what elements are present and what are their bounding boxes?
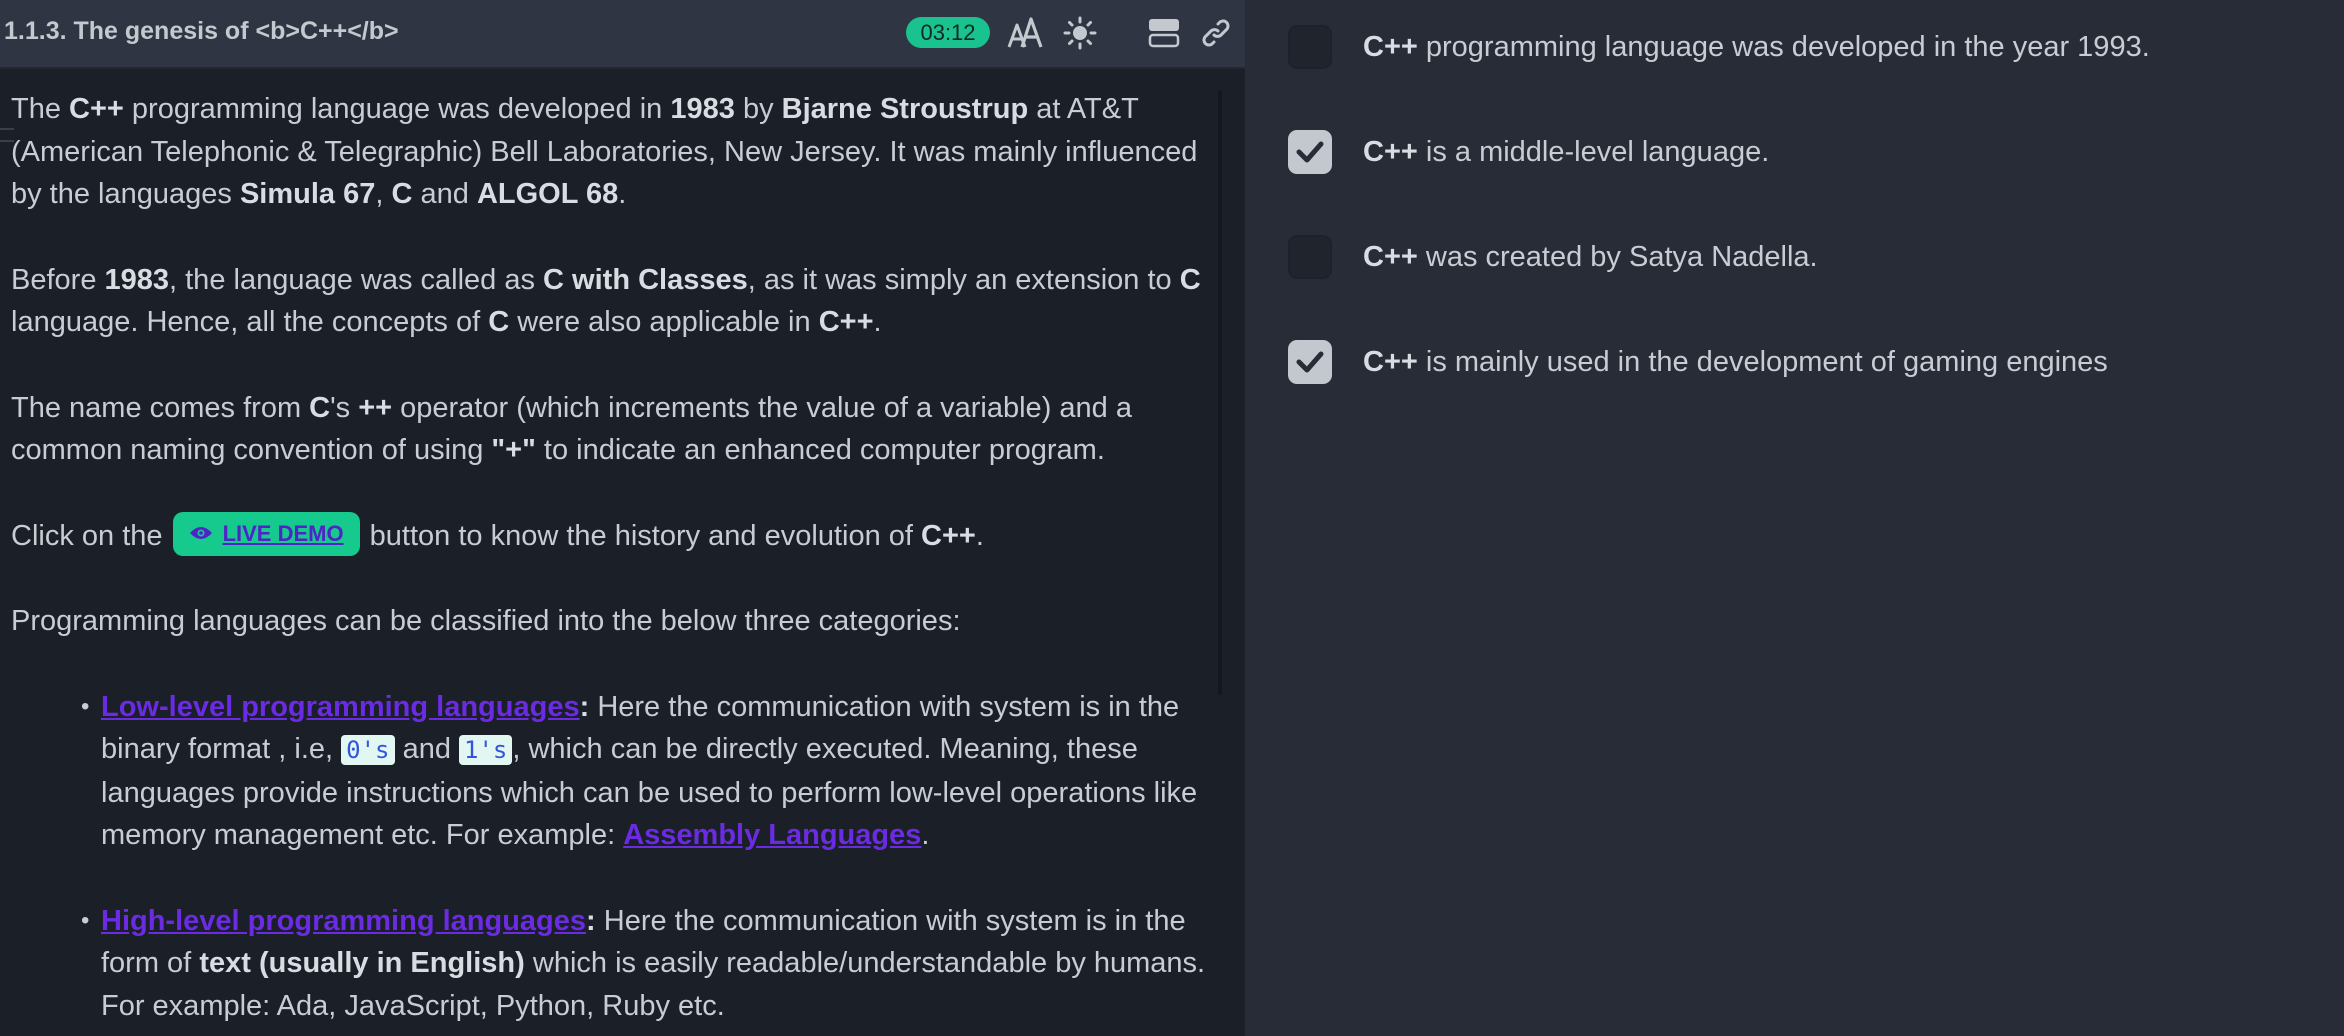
bold-text: C: [309, 391, 331, 424]
bold-text: C: [391, 178, 413, 210]
bold-text: C++: [1363, 240, 1418, 273]
lesson-content: The C++ programming language was develop…: [11, 88, 1226, 1036]
text: programming language was developed in: [123, 93, 671, 125]
paragraph-live-demo: Click on the LIVE DEMO button to know th…: [11, 511, 1226, 558]
text: is a middle-level language.: [1417, 135, 1770, 168]
checkbox-checked[interactable]: [1288, 340, 1332, 384]
text: is mainly used in the development of gam…: [1417, 345, 2108, 378]
text: button to know the history and evolution…: [361, 519, 922, 552]
text: ,: [375, 178, 392, 210]
bold-text: C: [488, 306, 510, 338]
checkbox-checked[interactable]: [1288, 130, 1332, 174]
eye-icon: [189, 513, 213, 556]
text: were also applicable in: [509, 306, 819, 338]
quiz-pane: C++ programming language was developed i…: [1245, 0, 2344, 1036]
text: programming language was developed in th…: [1417, 30, 2150, 63]
checkbox[interactable]: [1288, 25, 1332, 69]
sun-icon[interactable]: [1060, 13, 1100, 53]
text: was created by Satya Nadella.: [1417, 240, 1818, 273]
bold-text: C++: [1363, 30, 1418, 63]
bold-text: C++: [818, 306, 874, 338]
bold-text: ++: [358, 391, 393, 424]
text: The name comes from: [11, 391, 310, 424]
quiz-option-1[interactable]: C++ programming language was developed i…: [1288, 22, 2150, 72]
option-text: C++ is mainly used in the development of…: [1363, 346, 2108, 379]
bold-text: C++: [921, 519, 976, 552]
text: Before: [11, 263, 105, 296]
check-icon: [1296, 141, 1324, 163]
quiz-option-4[interactable]: C++ is mainly used in the development of…: [1288, 337, 2108, 387]
text: .: [618, 178, 627, 210]
lesson-title: 1.1.3. The genesis of <b>C++</b>: [4, 17, 399, 45]
paragraph-name-origin: The name comes from C's ++ operator (whi…: [11, 387, 1226, 472]
high-level-link[interactable]: High-level programming languages: [101, 905, 586, 937]
option-text: C++ was created by Satya Nadella.: [1363, 241, 1818, 274]
bold-text: text (usually in English): [199, 947, 525, 979]
quiz-option-3[interactable]: C++ was created by Satya Nadella.: [1288, 232, 1818, 282]
live-demo-button[interactable]: LIVE DEMO: [172, 511, 360, 556]
bold-text: C++: [69, 93, 124, 125]
lesson-pane: 1.1.3. The genesis of <b>C++</b> 03:12 T…: [0, 0, 1245, 1036]
paragraph-categories-intro: Programming languages can be classified …: [11, 605, 961, 637]
bold-text: "+": [491, 434, 536, 466]
option-text: C++ is a middle-level language.: [1363, 136, 1769, 169]
timer-badge: 03:12: [906, 17, 990, 48]
text: , as it was simply an extension to: [747, 263, 1180, 296]
text: .: [873, 306, 882, 338]
live-demo-label: LIVE DEMO: [222, 520, 344, 546]
text: 's: [330, 391, 359, 424]
text: and: [412, 178, 477, 210]
low-level-link[interactable]: Low-level programming languages: [101, 691, 580, 723]
bold-text: :: [579, 690, 590, 723]
bold-text: C with Classes: [543, 263, 748, 296]
list-item-low-level: Low-level programming languages: Here th…: [81, 686, 1226, 857]
text: .: [975, 519, 984, 552]
inline-code: 1's: [459, 735, 513, 765]
bold-text: :: [586, 904, 596, 937]
bold-text: Simula 67: [239, 178, 376, 210]
option-text: C++ programming language was developed i…: [1363, 31, 2150, 64]
text: , the language was called as: [169, 263, 544, 296]
text: Click on the: [11, 519, 171, 552]
assembly-languages-link[interactable]: Assembly Languages: [623, 819, 921, 851]
bold-text: C++: [1363, 135, 1418, 168]
bold-text: 1983: [670, 93, 735, 125]
text: to indicate an enhanced computer program…: [535, 434, 1105, 466]
quiz-option-2[interactable]: C++ is a middle-level language.: [1288, 127, 1769, 177]
link-icon[interactable]: [1196, 13, 1236, 53]
check-icon: [1296, 351, 1324, 373]
text: language. Hence, all the concepts of: [11, 306, 489, 338]
app-root: 1.1.3. The genesis of <b>C++</b> 03:12 T…: [0, 0, 2344, 1036]
list-item-high-level: High-level programming languages: Here t…: [81, 900, 1226, 1028]
text: The: [11, 93, 70, 125]
paragraph-history: The C++ programming language was develop…: [11, 88, 1226, 216]
lesson-header: 1.1.3. The genesis of <b>C++</b> 03:12: [0, 0, 1245, 69]
bold-text: C++: [1363, 345, 1418, 378]
bold-text: ALGOL 68: [476, 178, 619, 210]
font-size-icon[interactable]: [1005, 13, 1045, 53]
bold-text: C: [1179, 263, 1201, 296]
bold-text: 1983: [104, 263, 170, 296]
categories-list: Low-level programming languages: Here th…: [11, 686, 1226, 1028]
text: by: [734, 93, 782, 125]
paragraph-before-1983: Before 1983, the language was called as …: [11, 259, 1226, 344]
inline-code: 0's: [341, 735, 395, 765]
text: .: [921, 819, 930, 851]
layout-split-icon[interactable]: [1144, 13, 1184, 53]
checkbox[interactable]: [1288, 235, 1332, 279]
bold-text: Bjarne Stroustrup: [781, 93, 1029, 125]
text: and: [394, 733, 460, 765]
